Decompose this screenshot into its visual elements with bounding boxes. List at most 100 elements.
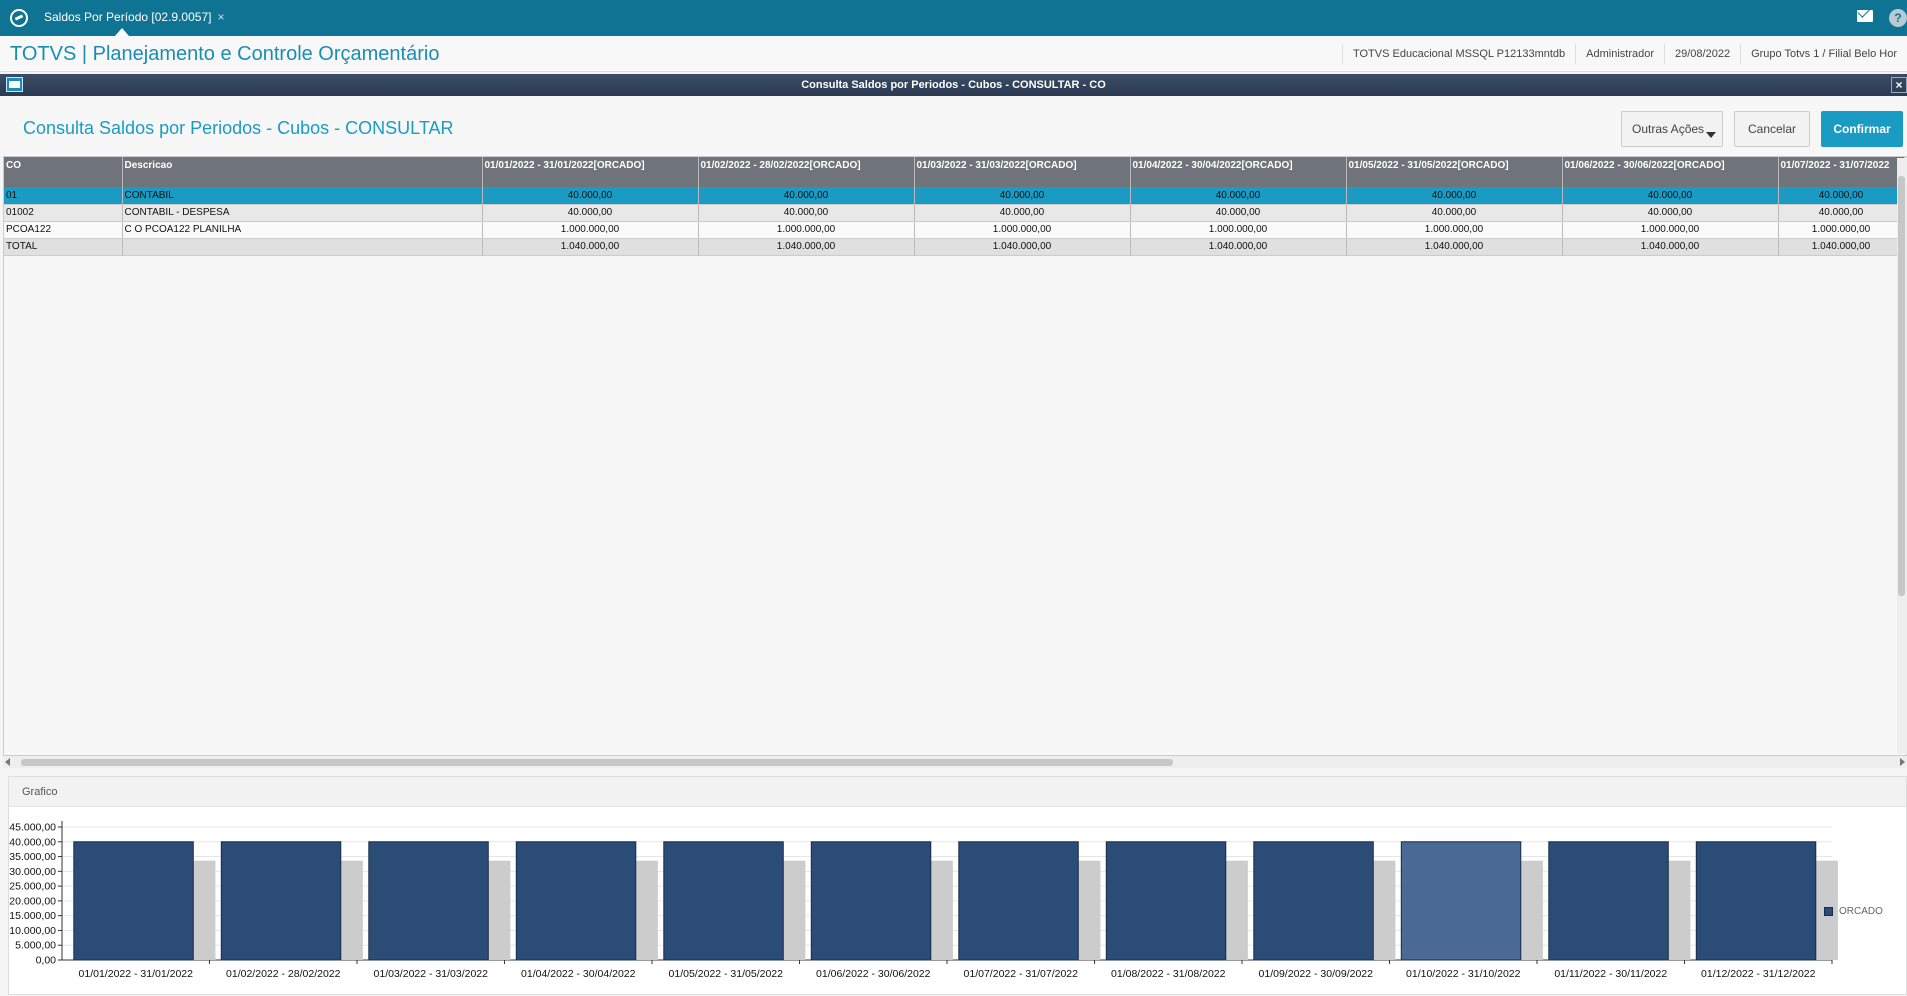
chart-panel: Grafico 0,00 5.000,00 10.000,00 15.000,00 20…	[8, 776, 1907, 995]
cell-value[interactable]: 40.000,00	[1562, 187, 1779, 205]
confirm-button[interactable]: Confirmar	[1821, 111, 1903, 147]
cell-value[interactable]: 40.000,00	[1346, 204, 1563, 222]
scrollbar-thumb[interactable]	[1898, 176, 1905, 596]
cell-value[interactable]: 40.000,00	[698, 204, 915, 222]
cell-value[interactable]: 1.000.000,00	[1346, 221, 1563, 239]
cell-co[interactable]: PCOA122	[4, 221, 123, 239]
bar-shadow	[783, 860, 806, 960]
scroll-left-icon[interactable]	[5, 758, 10, 766]
other-actions-label: Outras Ações	[1632, 122, 1705, 136]
x-tick-label: 01/11/2022 - 30/11/2022	[1554, 968, 1667, 980]
window-close-icon[interactable]: ×	[1891, 77, 1907, 93]
table-row[interactable]: TOTAL 1.040.000,00 1.040.000,00 1.040.000,0…	[4, 238, 1905, 256]
y-tick-label: 20.000,00	[9, 895, 56, 907]
top-tab-bar: Saldos Por Período [02.9.0057] × ?	[0, 0, 1907, 36]
cell-value[interactable]: 40.000,00	[482, 204, 699, 222]
cell-descricao[interactable]: CONTABIL	[122, 187, 483, 205]
bar[interactable]	[663, 841, 784, 961]
bar[interactable]	[1695, 841, 1817, 961]
column-header[interactable]: Descricao	[122, 157, 483, 187]
cell-co[interactable]: 01	[4, 187, 123, 205]
cell-descricao[interactable]: C O PCOA122 PLANILHA	[122, 221, 483, 239]
cell-value[interactable]: 1.000.000,00	[1130, 221, 1347, 239]
tab-label: Saldos Por Período [02.9.0057]	[44, 10, 212, 24]
table-row[interactable]: 01 CONTABIL 40.000,00 40.000,00 40.000,00 40.…	[4, 187, 1905, 205]
vertical-scrollbar[interactable]	[1897, 158, 1907, 754]
column-header[interactable]: 01/05/2022 - 31/05/2022[ORCADO]	[1346, 157, 1563, 187]
environment-label: TOTVS Educacional MSSQL P12133mntdb	[1341, 44, 1575, 64]
table-row[interactable]: PCOA122 C O PCOA122 PLANILHA 1.000.000,00 1…	[4, 221, 1905, 239]
y-tick-label: 10.000,00	[9, 925, 56, 937]
cell-value[interactable]: 1.040.000,00	[482, 238, 699, 256]
bar-shadow	[488, 860, 511, 960]
cell-value[interactable]: 1.000.000,00	[698, 221, 915, 239]
bar[interactable]	[368, 841, 489, 961]
active-tab-marker	[115, 28, 129, 36]
column-header[interactable]: 01/06/2022 - 30/06/2022[ORCADO]	[1562, 157, 1779, 187]
cell-value[interactable]: 40.000,00	[1778, 204, 1905, 222]
bar[interactable]	[73, 841, 194, 961]
column-header[interactable]: CO	[4, 157, 123, 187]
cell-value[interactable]: 1.040.000,00	[1130, 238, 1347, 256]
cell-value[interactable]: 1.040.000,00	[1346, 238, 1563, 256]
cell-value[interactable]: 40.000,00	[482, 187, 699, 205]
cell-value[interactable]: 40.000,00	[1346, 187, 1563, 205]
chevron-down-icon	[1706, 132, 1716, 138]
bar[interactable]	[220, 841, 342, 961]
cell-value[interactable]: 40.000,00	[1130, 187, 1347, 205]
cell-value[interactable]: 1.040.000,00	[1778, 238, 1905, 256]
bar-shadow	[1668, 860, 1691, 960]
x-tick-label: 01/01/2022 - 31/01/2022	[79, 968, 194, 980]
bar-shadow	[1373, 860, 1396, 960]
scroll-right-icon[interactable]	[1900, 758, 1905, 766]
cell-value[interactable]: 1.040.000,00	[914, 238, 1131, 256]
user-label: Administrador	[1575, 44, 1664, 64]
bar[interactable]	[515, 841, 637, 961]
bar-shadow	[930, 860, 953, 960]
scrollbar-thumb[interactable]	[21, 759, 1173, 766]
cell-co[interactable]: 01002	[4, 204, 123, 222]
app-title: TOTVS | Planejamento e Controle Orçament…	[10, 43, 440, 65]
table-header-row: CO Descricao 01/01/2022 - 31/01/2022[ORCAD…	[4, 157, 1905, 187]
help-icon[interactable]: ?	[1889, 9, 1907, 27]
column-header[interactable]: 01/03/2022 - 31/03/2022[ORCADO]	[914, 157, 1131, 187]
cell-value[interactable]: 40.000,00	[914, 187, 1131, 205]
cell-value[interactable]: 1.040.000,00	[1562, 238, 1779, 256]
cell-value[interactable]: 1.000.000,00	[482, 221, 699, 239]
column-header[interactable]: 01/02/2022 - 28/02/2022[ORCADO]	[698, 157, 915, 187]
app-header: TOTVS | Planejamento e Controle Orçament…	[0, 36, 1907, 72]
cell-descricao[interactable]	[122, 238, 483, 256]
totvs-logo-icon[interactable]	[10, 9, 28, 27]
bar[interactable]	[1105, 841, 1227, 961]
bar[interactable]	[1548, 841, 1669, 961]
y-tick-label: 25.000,00	[9, 881, 56, 893]
cell-value[interactable]: 40.000,00	[1562, 204, 1779, 222]
tab-close-icon[interactable]: ×	[217, 10, 224, 24]
cell-co[interactable]: TOTAL	[4, 238, 123, 256]
cell-value[interactable]: 40.000,00	[914, 204, 1131, 222]
cell-value[interactable]: 1.040.000,00	[698, 238, 915, 256]
cell-value[interactable]: 1.000.000,00	[1778, 221, 1905, 239]
bar[interactable]	[1253, 841, 1374, 961]
other-actions-button[interactable]: Outras Ações	[1621, 111, 1723, 147]
column-header[interactable]: 01/01/2022 - 31/01/2022[ORCADO]	[482, 157, 699, 187]
column-header[interactable]: 01/07/2022 - 31/07/2022	[1778, 157, 1905, 187]
horizontal-scrollbar[interactable]	[3, 756, 1907, 768]
bar[interactable]	[1400, 841, 1522, 961]
y-tick-label: 0,00	[36, 955, 57, 967]
form-title: Consulta Saldos por Periodos - Cubos - C…	[23, 118, 454, 138]
bar[interactable]	[810, 841, 932, 961]
cell-value[interactable]: 1.000.000,00	[914, 221, 1131, 239]
bar-shadow	[1225, 860, 1248, 960]
mail-icon[interactable]	[1857, 10, 1873, 22]
cell-value[interactable]: 1.000.000,00	[1562, 221, 1779, 239]
column-header[interactable]: 01/04/2022 - 30/04/2022[ORCADO]	[1130, 157, 1347, 187]
bar[interactable]	[958, 841, 1079, 961]
tab-saldos-por-periodo[interactable]: Saldos Por Período [02.9.0057] ×	[38, 0, 230, 36]
cell-descricao[interactable]: CONTABIL - DESPESA	[122, 204, 483, 222]
cancel-button[interactable]: Cancelar	[1734, 111, 1810, 147]
cell-value[interactable]: 40.000,00	[698, 187, 915, 205]
table-row[interactable]: 01002 CONTABIL - DESPESA 40.000,00 40.000,0…	[4, 204, 1905, 222]
cell-value[interactable]: 40.000,00	[1130, 204, 1347, 222]
cell-value[interactable]: 40.000,00	[1778, 187, 1905, 205]
